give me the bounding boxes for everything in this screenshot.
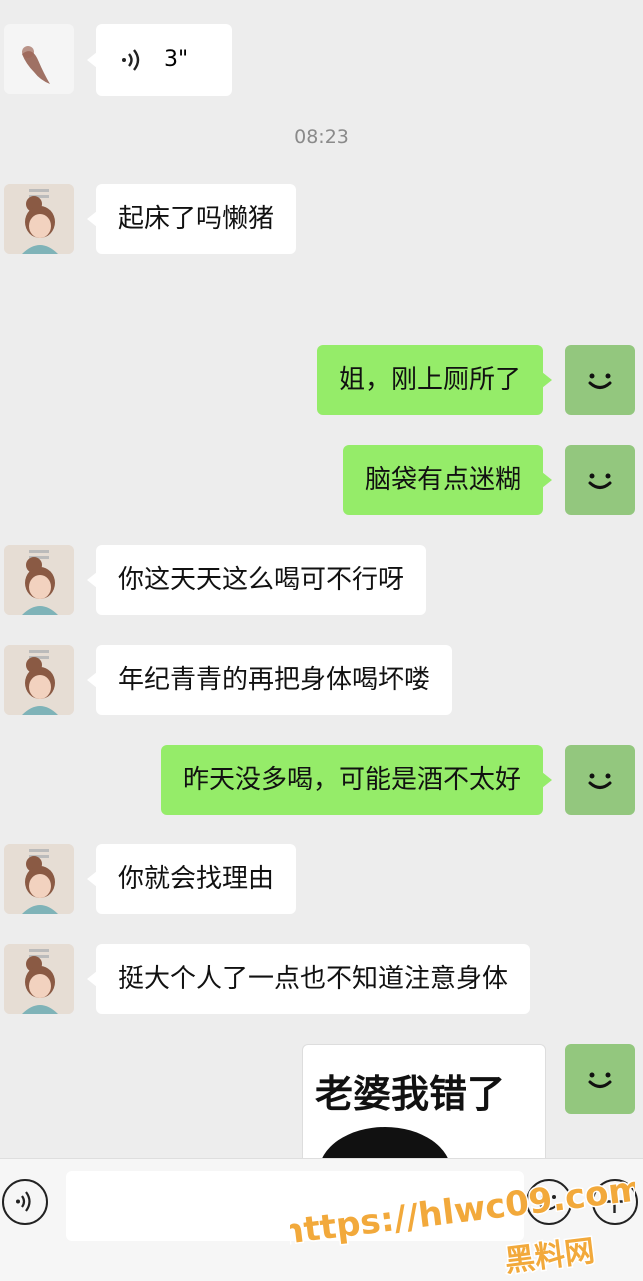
my-avatar[interactable] — [565, 345, 635, 415]
incoming-message[interactable]: 挺大个人了一点也不知道注意身体 — [86, 944, 531, 1014]
chat-area[interactable]: 3" 08:23 起床了吗懒猪 姐，刚上厕所了 脑袋有点迷糊 你这天天这么喝可不… — [0, 0, 643, 1158]
message-timestamp: 08:23 — [294, 126, 349, 148]
voice-input-button[interactable] — [2, 1179, 48, 1225]
girl-avatar-icon — [4, 944, 74, 1014]
blurred-avatar-icon — [22, 46, 50, 84]
incoming-message[interactable]: 起床了吗懒猪 — [86, 184, 297, 254]
girl-avatar-icon — [4, 545, 74, 615]
smile-avatar-icon — [588, 473, 612, 489]
contact-avatar[interactable] — [4, 844, 74, 914]
watermark-name: 黑料网 — [503, 1234, 597, 1278]
incoming-message[interactable]: 你就会找理由 — [86, 844, 297, 914]
contact-avatar[interactable] — [4, 944, 74, 1014]
contact-avatar[interactable] — [4, 545, 74, 615]
watermark: https://hlwc09.com 黑料网 — [290, 1167, 635, 1278]
contact-avatar[interactable] — [4, 645, 74, 715]
outgoing-message[interactable]: 脑袋有点迷糊 — [342, 445, 553, 515]
smile-avatar-icon — [588, 373, 612, 389]
outgoing-message[interactable]: 昨天没多喝，可能是酒不太好 — [160, 745, 553, 815]
sticker-caption: 老婆我错了 — [315, 1072, 506, 1116]
sticker-message[interactable]: 老婆我错了 — [302, 1044, 546, 1158]
smile-avatar-icon — [588, 1072, 612, 1088]
girl-avatar-icon — [4, 645, 74, 715]
girl-avatar-icon — [4, 844, 74, 914]
my-avatar[interactable] — [565, 445, 635, 515]
incoming-message[interactable]: 年纪青青的再把身体喝坏喽 — [86, 645, 453, 715]
outgoing-message[interactable]: 姐，刚上厕所了 — [316, 345, 553, 415]
girl-avatar-icon — [4, 184, 74, 254]
smile-avatar-icon — [588, 773, 612, 789]
my-avatar[interactable] — [565, 745, 635, 815]
contact-avatar[interactable] — [4, 24, 74, 94]
voice-wave-icon — [122, 49, 140, 71]
voice-message-bubble[interactable]: 3" — [87, 24, 232, 96]
my-avatar[interactable] — [565, 1044, 635, 1114]
voice-input-icon — [16, 1191, 31, 1212]
voice-duration: 3" — [164, 47, 189, 72]
contact-avatar[interactable] — [4, 184, 74, 254]
incoming-message[interactable]: 你这天天这么喝可不行呀 — [86, 545, 427, 615]
